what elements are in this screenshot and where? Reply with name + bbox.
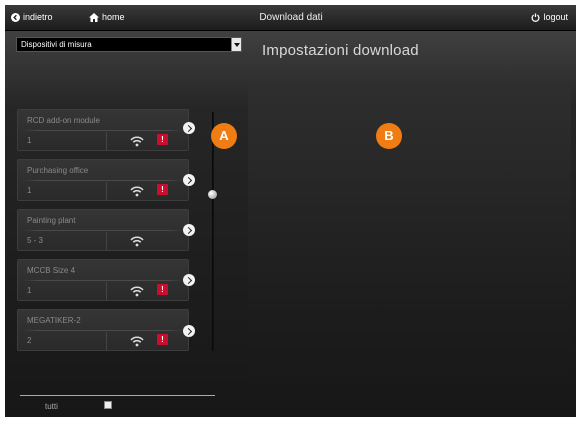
page-title: Download dati [259, 12, 323, 23]
device-name: MCCB Size 4 [27, 266, 76, 275]
device-name: MEGATIKER-2 [27, 316, 81, 325]
scrollbar-thumb[interactable] [208, 190, 217, 199]
logout-label: logout [543, 12, 568, 22]
home-icon [89, 12, 99, 22]
back-button[interactable]: indietro [11, 12, 53, 22]
callout-badge-b: B [376, 123, 402, 149]
device-name: Purchasing office [27, 166, 89, 175]
device-card[interactable]: MEGATIKER-2 2 ! [17, 309, 189, 351]
divider [106, 132, 107, 150]
logout-button[interactable]: logout [531, 12, 568, 22]
callout-badge-a: A [211, 123, 237, 149]
device-value: 2 [27, 336, 32, 345]
divider [23, 180, 183, 181]
alert-icon: ! [157, 134, 168, 145]
divider [23, 330, 183, 331]
alert-icon: ! [157, 284, 168, 295]
device-open-button[interactable] [183, 325, 195, 337]
divider [106, 332, 107, 350]
device-open-button[interactable] [183, 122, 195, 134]
divider [20, 395, 215, 396]
select-all-checkbox[interactable] [104, 401, 112, 409]
home-button[interactable]: home [89, 12, 125, 22]
divider [106, 282, 107, 300]
device-value: 1 [27, 286, 32, 295]
back-label: indietro [23, 12, 53, 22]
divider [106, 182, 107, 200]
list-scrollbar[interactable] [212, 112, 214, 351]
select-all-label: tutti [45, 402, 58, 411]
divider [23, 130, 183, 131]
dropdown-arrow-icon[interactable] [231, 38, 241, 51]
power-icon [531, 12, 540, 22]
device-open-button[interactable] [183, 224, 195, 236]
alert-icon: ! [157, 334, 168, 345]
divider [23, 230, 183, 231]
alert-icon: ! [157, 184, 168, 195]
device-card[interactable]: MCCB Size 4 1 ! [17, 259, 189, 301]
device-type-value: Dispositivi di misura [21, 40, 92, 49]
device-value: 1 [27, 136, 32, 145]
home-label: home [102, 12, 125, 22]
device-value: 1 [27, 186, 32, 195]
wifi-icon [130, 234, 144, 252]
back-arrow-icon [11, 12, 20, 22]
device-card[interactable]: Purchasing office 1 ! [17, 159, 189, 201]
wifi-icon [130, 134, 144, 152]
top-nav-bar: indietro home Download dati logout [5, 5, 576, 31]
device-open-button[interactable] [183, 174, 195, 186]
divider [106, 232, 107, 250]
device-name: RCD add-on module [27, 116, 100, 125]
device-card[interactable]: Painting plant 5 - 3 [17, 209, 189, 251]
wifi-icon [130, 334, 144, 352]
device-value: 5 - 3 [27, 236, 44, 245]
device-card[interactable]: RCD add-on module 1 ! [17, 109, 189, 151]
divider [23, 280, 183, 281]
wifi-icon [130, 284, 144, 302]
device-name: Painting plant [27, 216, 76, 225]
panel-title: Impostazioni download [262, 42, 419, 59]
wifi-icon [130, 184, 144, 202]
download-settings-panel [248, 86, 571, 396]
device-open-button[interactable] [183, 274, 195, 286]
device-type-select[interactable]: Dispositivi di misura [16, 37, 242, 52]
